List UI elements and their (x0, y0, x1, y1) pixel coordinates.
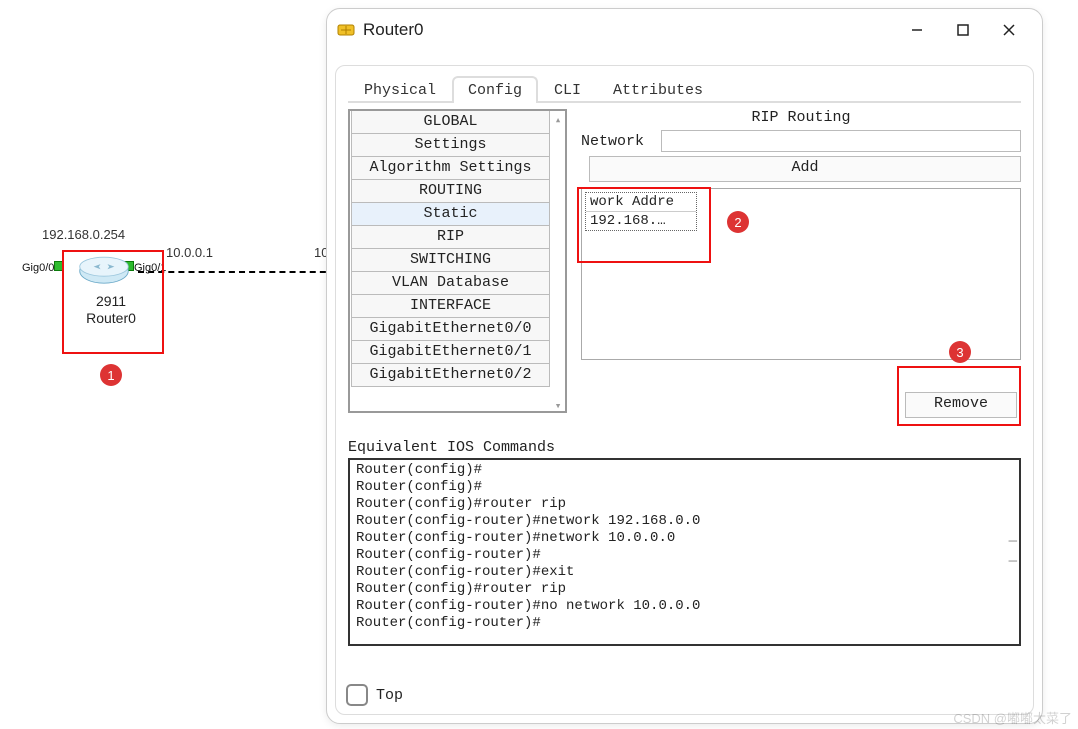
ios-line: Router(config)# (356, 462, 1013, 479)
tab-config[interactable]: Config (452, 76, 538, 103)
titlebar[interactable]: Router0 (327, 9, 1042, 51)
ios-scroll-indicator[interactable]: —— (1009, 534, 1017, 571)
sidebar-item-gig0-1[interactable]: GigabitEthernet0/1 (351, 340, 550, 364)
network-list[interactable]: work Addre 192.168.… (581, 188, 1021, 360)
annotation-badge-1: 1 (100, 364, 122, 386)
ios-line: Router(config)#router rip (356, 496, 1013, 513)
network-list-row[interactable]: 192.168.… (586, 212, 696, 230)
minimize-button[interactable] (894, 15, 940, 45)
remove-button[interactable]: Remove (905, 392, 1017, 418)
network-input[interactable] (661, 130, 1021, 152)
device-config-window: Router0 Physical Config CLI Attributes G… (326, 8, 1043, 724)
network-list-header: work Addre (586, 193, 696, 212)
network-list-table[interactable]: work Addre 192.168.… (585, 192, 697, 231)
network-label: Network (581, 133, 651, 150)
close-button[interactable] (986, 15, 1032, 45)
annotation-badge-3: 3 (949, 341, 971, 363)
rip-title: RIP Routing (581, 109, 1021, 126)
sidebar-item-rip[interactable]: RIP (351, 225, 550, 249)
sidebar-item-algorithm-settings[interactable]: Algorithm Settings (351, 156, 550, 180)
top-checkbox[interactable] (346, 684, 368, 706)
tab-attributes[interactable]: Attributes (597, 76, 719, 103)
ip-label-right: 10.0.0.1 (166, 245, 213, 260)
sidebar-item-vlan-database[interactable]: VLAN Database (351, 271, 550, 295)
window-title: Router0 (363, 20, 894, 40)
tab-bar: Physical Config CLI Attributes (348, 76, 1021, 103)
ios-commands-label: Equivalent IOS Commands (348, 439, 1021, 456)
sidebar-item-switching[interactable]: SWITCHING (351, 248, 550, 272)
watermark: CSDN @嘟嘟太菜了 (953, 708, 1072, 727)
ios-line: Router(config)#router rip (356, 581, 1013, 598)
annotation-badge-2: 2 (727, 211, 749, 233)
add-button[interactable]: Add (589, 156, 1021, 182)
ios-line: Router(config-router)#no network 10.0.0.… (356, 598, 1013, 615)
sidebar-item-gig0-2[interactable]: GigabitEthernet0/2 (351, 363, 550, 387)
maximize-button[interactable] (940, 15, 986, 45)
router-caption: 2911 Router0 (62, 293, 160, 327)
ios-line: Router(config-router)#network 192.168.0.… (356, 513, 1013, 530)
sidebar-item-static[interactable]: Static (351, 202, 550, 226)
sidebar-item-routing[interactable]: ROUTING (351, 179, 550, 203)
ip-label-left: 192.168.0.254 (42, 227, 125, 242)
sidebar-item-settings[interactable]: Settings (351, 133, 550, 157)
config-panel: Physical Config CLI Attributes GLOBAL Se… (335, 65, 1034, 715)
ios-commands-box[interactable]: Router(config)# Router(config)# Router(c… (348, 458, 1021, 646)
ios-line: Router(config-router)#exit (356, 564, 1013, 581)
ios-line: Router(config-router)# (356, 547, 1013, 564)
top-checkbox-label: Top (376, 687, 403, 704)
sidebar-item-gig0-0[interactable]: GigabitEthernet0/0 (351, 317, 550, 341)
router-icon[interactable] (78, 256, 130, 286)
tab-cli[interactable]: CLI (538, 76, 597, 103)
port-label-left: Gig0/0 (22, 261, 64, 274)
rip-routing-pane: RIP Routing Network Add work Addre 192.1… (581, 109, 1021, 360)
config-sidebar: GLOBAL Settings Algorithm Settings ROUTI… (348, 109, 567, 413)
sidebar-item-interface[interactable]: INTERFACE (351, 294, 550, 318)
ios-line: Router(config-router)#network 10.0.0.0 (356, 530, 1013, 547)
ios-line: Router(config-router)# (356, 615, 1013, 632)
ios-line: Router(config)# (356, 479, 1013, 496)
app-icon (337, 21, 355, 39)
tab-physical[interactable]: Physical (348, 76, 452, 103)
sidebar-scrollbar[interactable]: ▴▾ (551, 111, 565, 415)
sidebar-item-global[interactable]: GLOBAL (351, 111, 550, 134)
